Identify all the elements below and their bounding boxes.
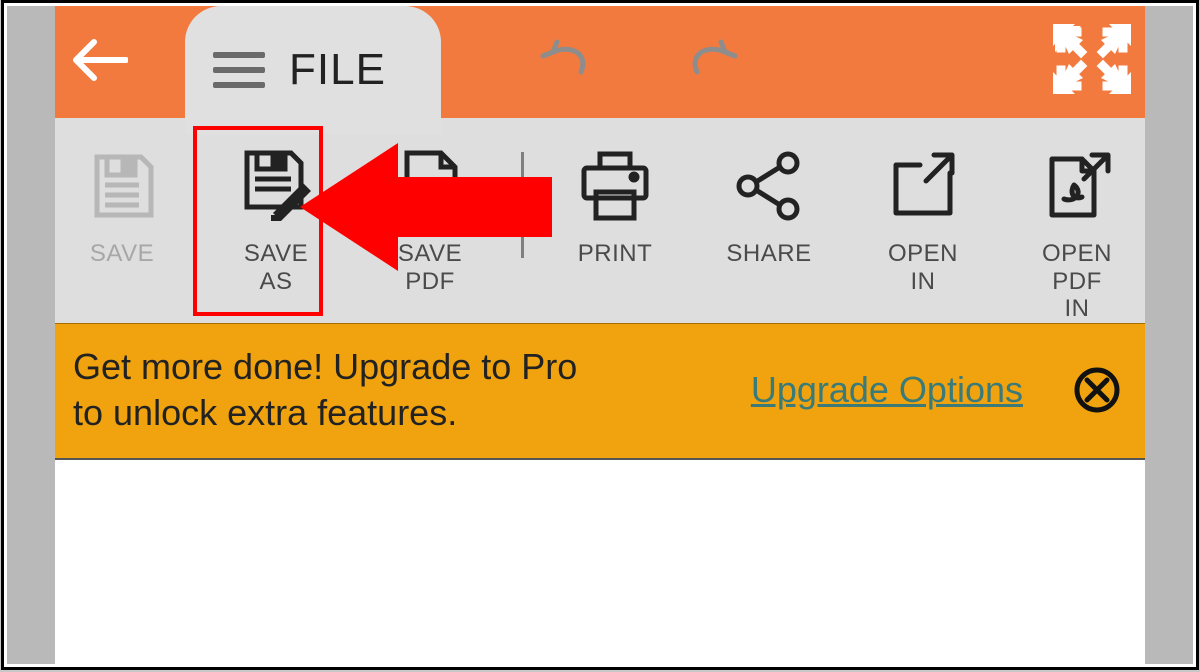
- close-icon: [1073, 366, 1121, 414]
- banner-close-button[interactable]: [1071, 364, 1123, 416]
- file-tab[interactable]: FILE: [185, 6, 441, 134]
- upgrade-options-link[interactable]: Upgrade Options: [751, 369, 1023, 411]
- save-as-icon: [239, 146, 313, 226]
- fullscreen-button[interactable]: [1053, 24, 1131, 99]
- share-icon: [732, 146, 806, 226]
- share-label: SHARE: [726, 240, 811, 268]
- arrow-left-icon: [70, 36, 128, 89]
- file-toolbar: SAVE SAVE AS SAVE PDF: [55, 118, 1145, 323]
- redo-button[interactable]: [685, 38, 741, 87]
- print-icon: [576, 146, 654, 226]
- save-label: SAVE: [90, 240, 154, 268]
- back-button[interactable]: [55, 6, 143, 118]
- open-pdf-in-button[interactable]: OPEN PDF IN: [1014, 136, 1140, 323]
- upgrade-banner: Get more done! Upgrade to Pro to unlock …: [55, 323, 1145, 460]
- open-pdf-in-icon: [1040, 146, 1114, 226]
- fullscreen-icon: [1053, 24, 1131, 94]
- print-button[interactable]: PRINT: [552, 136, 678, 268]
- device-bezel-left: [7, 6, 55, 664]
- save-button[interactable]: SAVE: [59, 136, 185, 268]
- toolbar-divider: [521, 152, 524, 258]
- document-area[interactable]: [55, 460, 1145, 664]
- save-as-label: SAVE AS: [244, 240, 308, 295]
- open-in-button[interactable]: OPEN IN: [860, 136, 986, 295]
- save-pdf-label: SAVE PDF: [398, 240, 462, 295]
- undo-icon: [537, 38, 593, 82]
- open-in-label: OPEN IN: [888, 240, 958, 295]
- device-bezel-right: [1145, 6, 1193, 664]
- redo-icon: [685, 38, 741, 82]
- top-bar: FILE: [55, 6, 1145, 118]
- banner-text: Get more done! Upgrade to Pro to unlock …: [73, 344, 593, 436]
- save-icon: [87, 146, 157, 226]
- undo-button[interactable]: [537, 38, 593, 87]
- open-in-icon: [886, 146, 960, 226]
- save-as-button[interactable]: SAVE AS: [213, 136, 339, 295]
- file-tab-label: FILE: [289, 45, 386, 95]
- print-label: PRINT: [578, 240, 653, 268]
- share-button[interactable]: SHARE: [706, 136, 832, 268]
- save-pdf-button[interactable]: SAVE PDF: [367, 136, 493, 295]
- save-pdf-icon: [395, 146, 465, 226]
- menu-icon: [213, 52, 265, 88]
- open-pdf-in-label: OPEN PDF IN: [1042, 240, 1112, 323]
